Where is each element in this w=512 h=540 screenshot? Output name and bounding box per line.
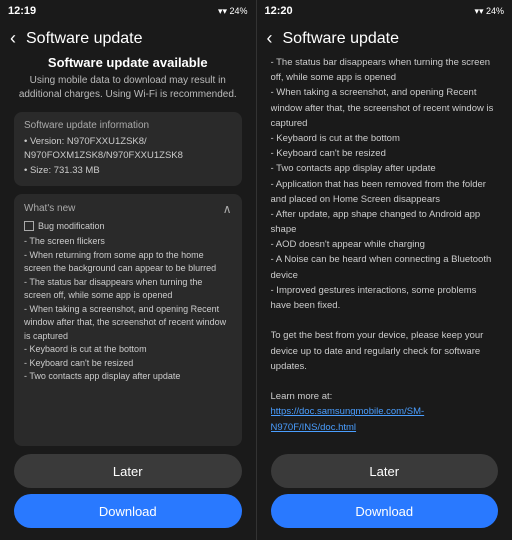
content-line-noise: - A Noise can be heard when connecting a… <box>271 252 499 282</box>
status-icons-right: ▾▾ 24% <box>474 6 504 17</box>
panel-right: 12:20 ▾▾ 24% ‹ Software update - The sta… <box>257 0 512 540</box>
update-subtitle: Using mobile data to download may result… <box>14 74 242 102</box>
update-info-box: Software update information • Version: N… <box>14 112 242 186</box>
content-line-aod: - AOD doesn't appear while charging <box>271 237 499 252</box>
screenshot-item: - When taking a screenshot, and opening … <box>24 303 232 344</box>
time-right: 12:20 <box>265 5 293 17</box>
doc-link[interactable]: https://doc.samsungmobile.com/SM-N970F/I… <box>271 404 499 434</box>
bottom-buttons-right: Later Download <box>257 446 512 540</box>
panel-left: 12:19 ▾▾ 24% ‹ Software update Software … <box>0 0 256 540</box>
content-line-keyboard-resize: - Keyboard can't be resized <box>271 146 499 161</box>
later-button-right[interactable]: Later <box>271 454 499 488</box>
content-line-gestures: - Improved gestures interactions, some p… <box>271 283 499 313</box>
version-line1: • Version: N970FXXU1ZSK8/ <box>24 135 232 149</box>
content-line-contacts: - Two contacts app display after update <box>271 161 499 176</box>
back-button-left[interactable]: ‹ <box>10 28 16 49</box>
checkbox-bug[interactable] <box>24 221 34 231</box>
keyboard-cut-item: - Keybaord is cut at the bottom <box>24 343 232 357</box>
scroll-content-right: - The status bar disappears when turning… <box>271 55 499 446</box>
content-line-statusbar: - The status bar disappears when turning… <box>271 55 499 85</box>
info-box-title: Software update information <box>24 120 232 131</box>
bottom-buttons-left: Later Download <box>0 446 256 540</box>
content-right: - The status bar disappears when turning… <box>257 55 512 446</box>
version-line2: N970FOXM1ZSK8/N970FXXU1ZSK8 <box>24 149 232 163</box>
signal-icon-right: ▾▾ 24% <box>474 6 504 17</box>
statusbar-item: - The status bar disappears when turning… <box>24 276 232 303</box>
signal-icon: ▾▾ 24% <box>218 6 248 17</box>
whats-new-section: What's new ∧ Bug modification - The scre… <box>14 194 242 446</box>
download-button-right[interactable]: Download <box>271 494 499 528</box>
update-available-title: Software update available <box>14 55 242 70</box>
bug-mod-item: Bug modification <box>24 220 232 234</box>
back-button-right[interactable]: ‹ <box>267 28 273 49</box>
footer-text: To get the best from your device, please… <box>271 328 499 374</box>
content-left: Software update available Using mobile d… <box>0 55 256 446</box>
page-title-right: Software update <box>283 30 400 48</box>
keyboard-resize-item: - Keyboard can't be resized <box>24 357 232 371</box>
download-button-left[interactable]: Download <box>14 494 242 528</box>
content-line-app-shape: - After update, app shape changed to And… <box>271 207 499 237</box>
content-line-app-remove: - Application that has been removed from… <box>271 177 499 207</box>
later-button-left[interactable]: Later <box>14 454 242 488</box>
content-line-keyboard-cut: - Keybaord is cut at the bottom <box>271 131 499 146</box>
blur-item: - When returning from some app to the ho… <box>24 249 232 276</box>
status-icons-left: ▾▾ 24% <box>218 6 248 17</box>
contacts-item: - Two contacts app display after update <box>24 370 232 384</box>
flickers-item: - The screen flickers <box>24 235 232 249</box>
status-bar-right: 12:20 ▾▾ 24% <box>257 0 512 22</box>
time-left: 12:19 <box>8 5 36 17</box>
header-right: ‹ Software update <box>257 22 512 55</box>
learn-more-label: Learn more at: <box>271 389 499 404</box>
page-title-left: Software update <box>26 30 143 48</box>
chevron-up-icon: ∧ <box>223 202 232 216</box>
header-left: ‹ Software update <box>0 22 256 55</box>
whats-new-content: Bug modification - The screen flickers -… <box>24 220 232 384</box>
whats-new-header: What's new ∧ <box>24 202 232 216</box>
size-info: • Size: 731.33 MB <box>24 164 232 178</box>
content-line-screenshot: - When taking a screenshot, and opening … <box>271 85 499 131</box>
status-bar-left: 12:19 ▾▾ 24% <box>0 0 256 22</box>
whats-new-title: What's new <box>24 203 75 214</box>
bug-label: Bug modification <box>38 220 105 234</box>
